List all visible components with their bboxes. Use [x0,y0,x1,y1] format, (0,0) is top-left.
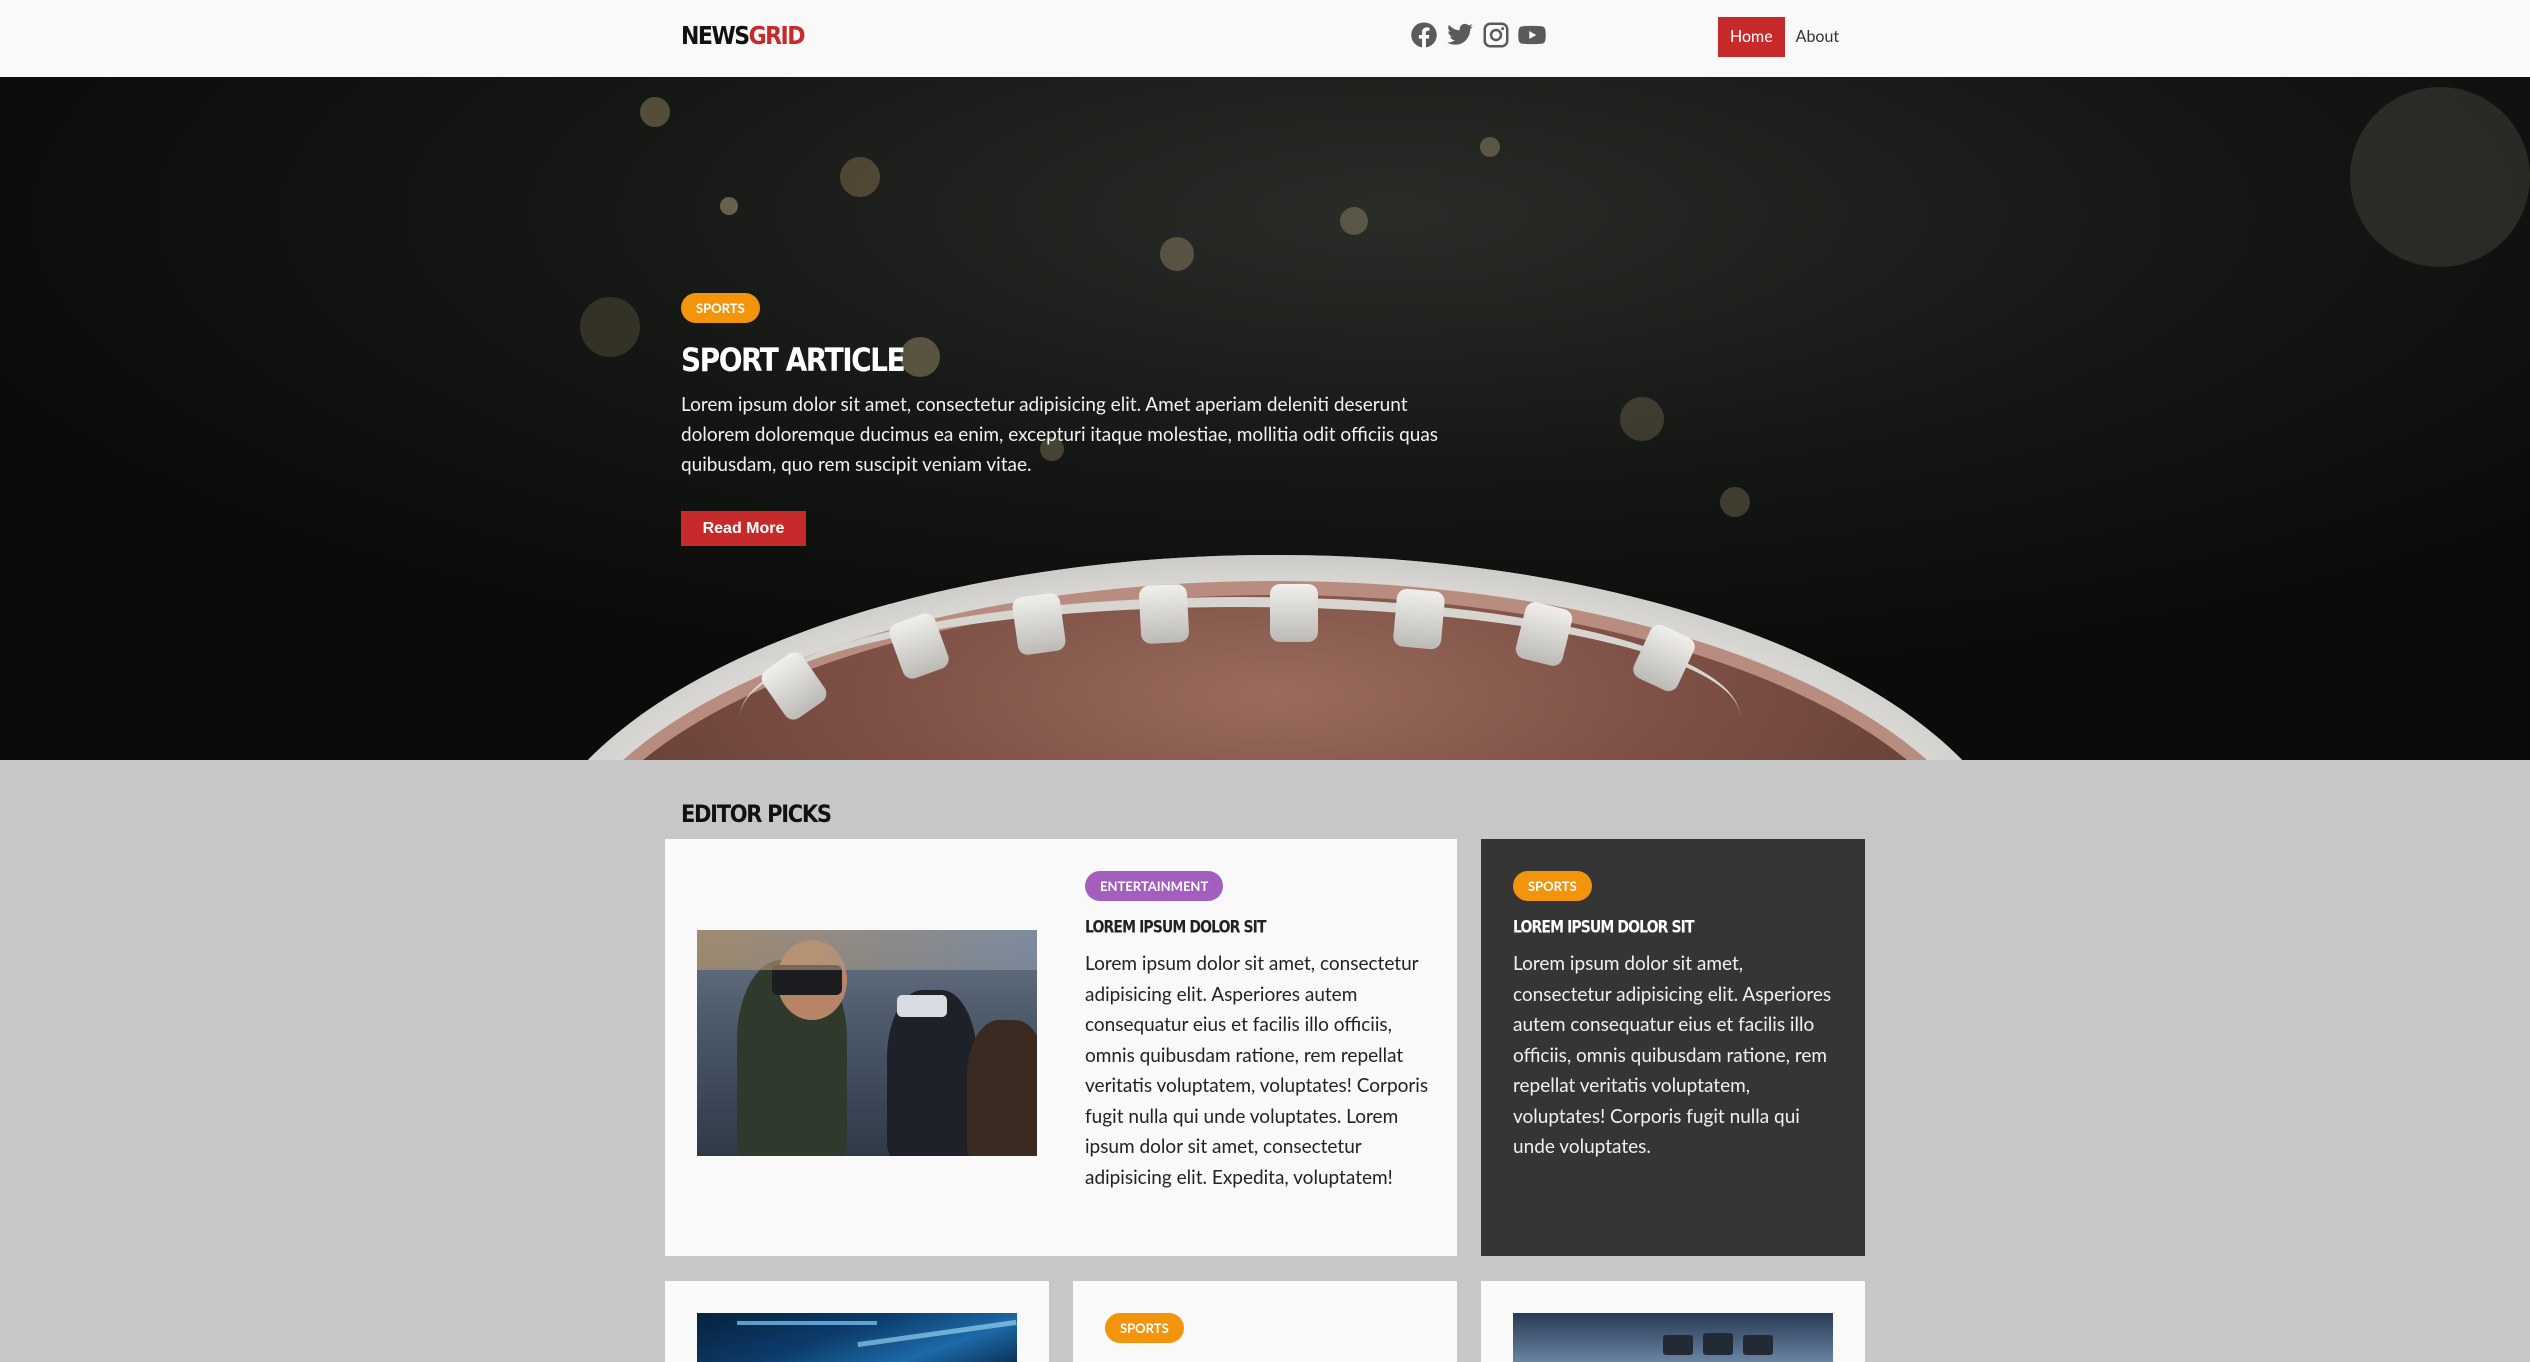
hero-category-badge[interactable]: SPORTS [681,293,760,323]
hero-excerpt: Lorem ipsum dolor sit amet, consectetur … [681,393,1439,476]
hero-title: SPORT ARTICLE [681,341,906,379]
tech-article-image[interactable] [697,1313,1017,1362]
top-navbar: NEWSGRID Home About [0,0,2530,77]
editor-picks-heading: EDITOR PICKS [681,800,832,828]
side-article-title[interactable]: LOREM IPSUM DOLOR SIT [1513,918,1695,937]
nav-home-link[interactable]: Home [1718,17,1785,57]
read-more-button[interactable]: Read More [681,511,806,546]
vr-article-image[interactable] [697,930,1037,1156]
youtube-icon[interactable] [1516,18,1548,52]
featured-article-text: Lorem ipsum dolor sit amet, consectetur … [1085,952,1429,1189]
site-logo[interactable]: NEWSGRID [681,22,806,51]
logo-grid: GRID [748,22,806,51]
hero-banner: SPORTS SPORT ARTICLE Lorem ipsum dolor s… [0,77,2530,760]
side-article-text: Lorem ipsum dolor sit amet, consectetur … [1513,952,1832,1158]
featured-category-badge[interactable]: ENTERTAINMENT [1085,871,1224,901]
row2-right-article-image[interactable] [1513,1313,1833,1362]
logo-news: NEWS [681,22,750,51]
row2-middle-category-badge[interactable]: SPORTS [1105,1313,1184,1343]
nav-about-link[interactable]: About [1785,17,1851,57]
side-category-badge[interactable]: SPORTS [1513,871,1592,901]
featured-article-title[interactable]: LOREM IPSUM DOLOR SIT [1085,918,1267,937]
social-links [1408,18,1548,52]
twitter-icon[interactable] [1444,18,1476,52]
facebook-icon[interactable] [1408,18,1440,52]
instagram-icon[interactable] [1480,18,1512,52]
main-menu: Home About [1718,17,1850,57]
